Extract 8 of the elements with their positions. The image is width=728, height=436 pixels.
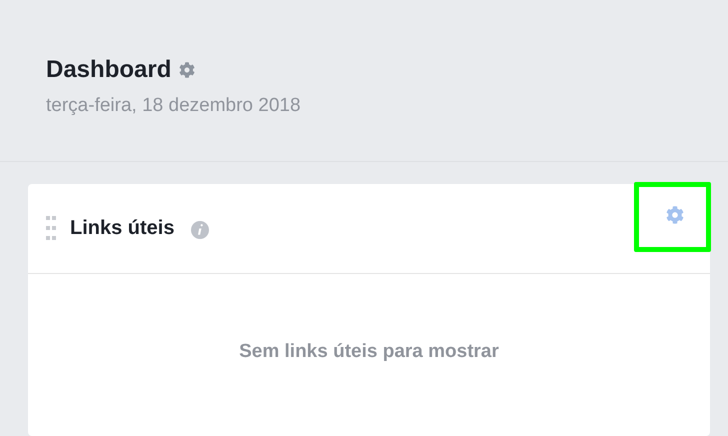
date-text: terça-feira, 18 dezembro 2018 (46, 96, 302, 115)
empty-message: Sem links úteis para mostrar (239, 340, 499, 364)
info-icon[interactable] (191, 221, 210, 240)
settings-icon[interactable] (666, 206, 684, 224)
drag-handle-icon[interactable] (46, 216, 56, 240)
page-title: Dashboard (46, 58, 172, 82)
widget-title: Links úteis (70, 216, 174, 242)
settings-icon[interactable] (179, 62, 196, 78)
